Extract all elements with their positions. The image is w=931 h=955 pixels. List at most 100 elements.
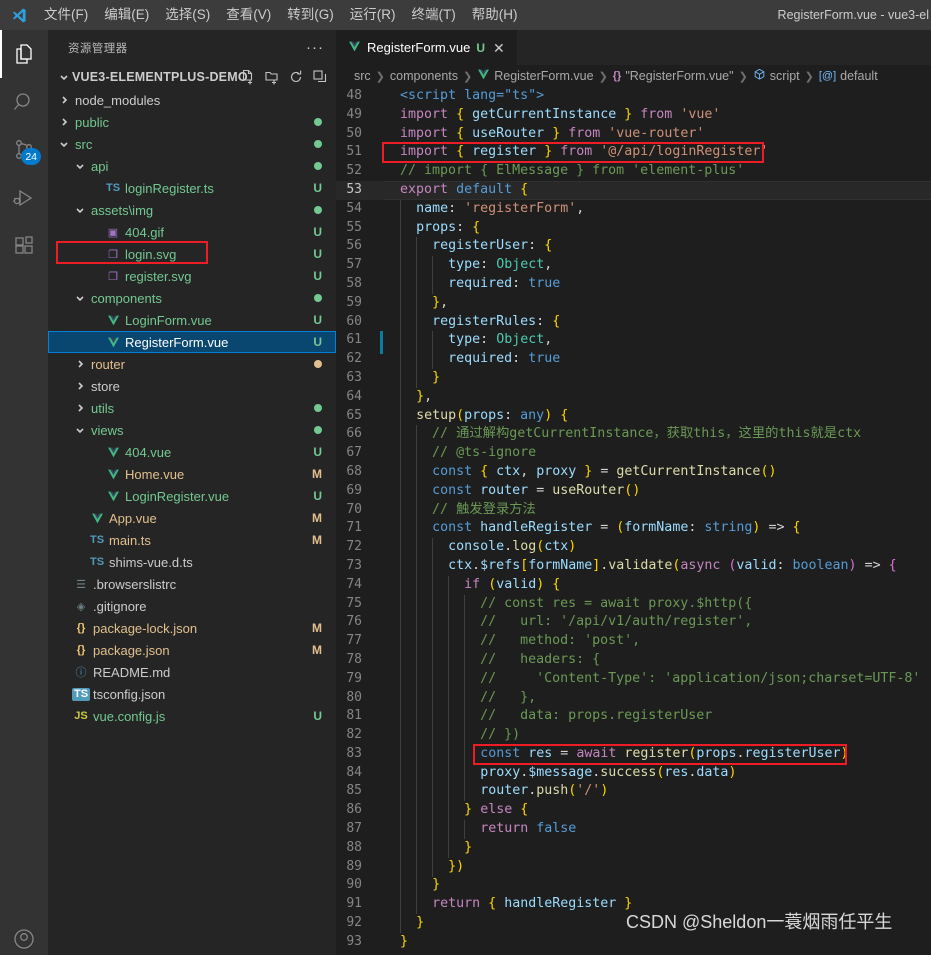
line-number: 72	[346, 539, 362, 555]
explorer-more-actions-icon[interactable]: ···	[300, 39, 330, 56]
vue-icon	[477, 68, 490, 84]
tree-item-main.ts[interactable]: TS main.ts M	[48, 529, 336, 551]
code-line-70: 70 // 触发登录方法	[336, 501, 931, 520]
code-line-57: 57 type: Object,	[336, 256, 931, 275]
typescript-file-icon: TS	[105, 182, 121, 194]
breadcrumb-file[interactable]: RegisterForm.vue	[477, 68, 594, 84]
breadcrumb-components[interactable]: components	[390, 69, 458, 83]
vue-file-icon	[104, 314, 122, 327]
tree-item-package.json[interactable]: {} package.json M	[48, 639, 336, 661]
indent-guide	[416, 820, 418, 839]
tree-item-.gitignore[interactable]: ◈ .gitignore	[48, 595, 336, 617]
breadcrumb-symbol-script[interactable]: script	[753, 68, 800, 84]
tree-item-node-modules[interactable]: node_modules	[48, 89, 336, 111]
indent-guide	[400, 538, 402, 557]
tree-item-views[interactable]: views	[48, 419, 336, 441]
code-text: <script lang="ts">	[400, 88, 545, 103]
menu-run[interactable]: 运行(R)	[342, 0, 404, 30]
indent-guide	[432, 669, 434, 689]
collapse-all-icon[interactable]	[312, 69, 328, 85]
tree-item-registerform.vue[interactable]: RegisterForm.vue U	[48, 331, 336, 353]
git-file-icon: ◈	[76, 600, 86, 613]
breadcrumb-symbol-default[interactable]: [@] default	[819, 69, 878, 83]
tree-item-label: package-lock.json	[93, 620, 198, 636]
workspace-root-row[interactable]: VUE3-ELEMENTPLUS-DEMO	[48, 65, 336, 89]
tree-item-router[interactable]: router	[48, 353, 336, 375]
activity-run-debug[interactable]	[0, 174, 48, 222]
activity-extensions[interactable]	[0, 222, 48, 270]
tree-item-utils[interactable]: utils	[48, 397, 336, 419]
refresh-icon[interactable]	[288, 69, 304, 85]
menu-go[interactable]: 转到(G)	[279, 0, 342, 30]
line-number: 78	[346, 651, 362, 667]
breadcrumb-symbol-module[interactable]: {} "RegisterForm.vue"	[613, 69, 734, 83]
line-number: 76	[346, 614, 362, 630]
at-symbol-icon: [@]	[818, 70, 837, 82]
tree-item-home.vue[interactable]: Home.vue M	[48, 463, 336, 485]
menu-edit[interactable]: 编辑(E)	[96, 0, 157, 30]
code-line-73: 73 ctx.$refs[formName].validate(async (v…	[336, 557, 931, 576]
menu-help[interactable]: 帮助(H)	[464, 0, 526, 30]
tree-item-assets-img[interactable]: assets\img	[48, 199, 336, 221]
indent-guide	[416, 651, 418, 670]
activity-explorer[interactable]	[0, 30, 48, 78]
line-number: 49	[346, 106, 362, 122]
tree-item-loginregister.vue[interactable]: LoginRegister.vue U	[48, 485, 336, 507]
vscode-window: 文件(F) 编辑(E) 选择(S) 查看(V) 转到(G) 运行(R) 终端(T…	[0, 0, 931, 955]
line-number: 87	[346, 821, 362, 837]
activity-source-control[interactable]: 24	[0, 126, 48, 174]
close-icon[interactable]: ✕	[491, 41, 507, 55]
tree-item-api[interactable]: api	[48, 155, 336, 177]
tree-item-loginregister.ts[interactable]: TS loginRegister.ts U	[48, 177, 336, 199]
tree-item-register.svg[interactable]: ❐ register.svg U	[48, 265, 336, 287]
tree-item-vue.config.js[interactable]: JS vue.config.js U	[48, 705, 336, 727]
tree-item-components[interactable]: components	[48, 287, 336, 309]
line-number: 57	[346, 257, 362, 273]
activity-accounts[interactable]	[0, 915, 48, 955]
new-folder-icon[interactable]	[264, 69, 280, 85]
line-number: 82	[346, 727, 362, 743]
code-line-49: 49 import { getCurrentInstance } from 'v…	[336, 106, 931, 125]
tree-item-readme.md[interactable]: ⓘ README.md	[48, 661, 336, 683]
menu-view[interactable]: 查看(V)	[218, 0, 279, 30]
tree-item-404.vue[interactable]: 404.vue U	[48, 441, 336, 463]
indent-guide	[464, 632, 466, 651]
new-file-icon[interactable]	[240, 69, 256, 85]
tree-item-login.svg[interactable]: ❐ login.svg U	[48, 243, 336, 265]
menu-terminal[interactable]: 终端(T)	[404, 0, 464, 30]
menu-file[interactable]: 文件(F)	[36, 0, 96, 30]
indent-guide	[432, 651, 434, 670]
line-number: 58	[346, 275, 362, 291]
tree-item-label: main.ts	[109, 532, 151, 548]
tree-item-shims-vue.d.ts[interactable]: TS shims-vue.d.ts	[48, 551, 336, 573]
indent-guide	[416, 688, 418, 708]
tree-item-public[interactable]: public	[48, 111, 336, 133]
tab-registerform-vue[interactable]: RegisterForm.vue U ✕	[336, 30, 518, 65]
tree-item-.browserslistrc[interactable]: ☰ .browserslistrc	[48, 573, 336, 595]
activity-search[interactable]	[0, 78, 48, 126]
menu-selection[interactable]: 选择(S)	[157, 0, 218, 30]
tree-item-404.gif[interactable]: ▣ 404.gif U	[48, 221, 336, 243]
code-text: // 通过解构getCurrentInstance，获取this，这里的this…	[432, 426, 862, 442]
tree-item-src[interactable]: src	[48, 133, 336, 155]
tree-item-package-lock.json[interactable]: {} package-lock.json M	[48, 617, 336, 639]
code-line-60: 60 registerRules: {	[336, 313, 931, 332]
git-status-badge: U	[313, 313, 322, 327]
tree-item-store[interactable]: store	[48, 375, 336, 397]
tree-item-tsconfig.json[interactable]: TS tsconfig.json	[48, 683, 336, 705]
tree-item-app.vue[interactable]: App.vue M	[48, 507, 336, 529]
code-editor[interactable]: 48 <script lang="ts"> 49 import { getCurr…	[336, 87, 931, 955]
breadcrumb-src[interactable]: src	[354, 69, 371, 83]
cube-icon	[753, 68, 766, 84]
code-text: } else {	[464, 802, 529, 818]
line-number: 55	[346, 219, 362, 235]
tree-item-loginform.vue[interactable]: LoginForm.vue U	[48, 309, 336, 331]
